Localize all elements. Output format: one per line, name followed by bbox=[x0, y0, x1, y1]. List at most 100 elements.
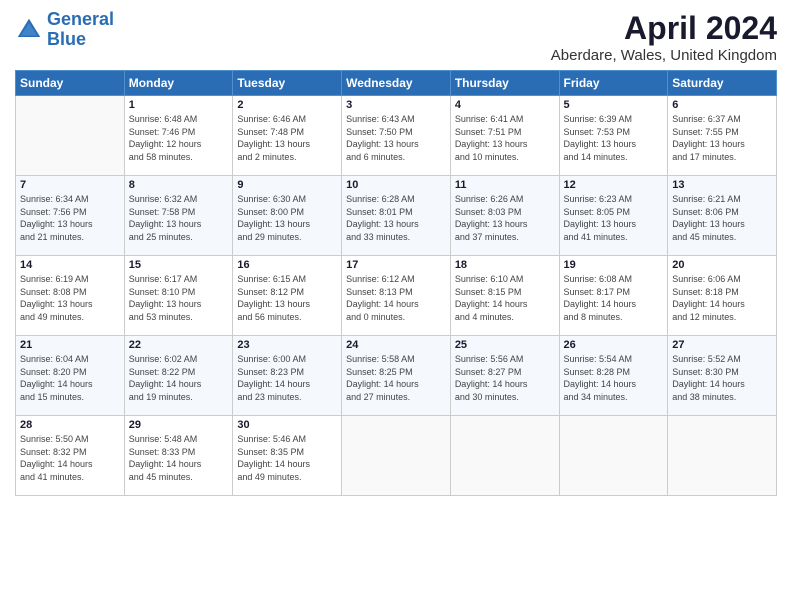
day-number: 25 bbox=[455, 339, 555, 351]
day-number: 14 bbox=[20, 259, 120, 271]
table-row bbox=[559, 416, 668, 496]
day-number: 29 bbox=[129, 419, 229, 431]
logo-line1: General bbox=[47, 9, 114, 29]
day-number: 19 bbox=[564, 259, 664, 271]
header: General Blue April 2024 Aberdare, Wales,… bbox=[15, 10, 777, 64]
day-info: Sunrise: 6:39 AM Sunset: 7:53 PM Dayligh… bbox=[564, 113, 664, 163]
table-row: 22 Sunrise: 6:02 AM Sunset: 8:22 PM Dayli… bbox=[124, 336, 233, 416]
table-row: 17 Sunrise: 6:12 AM Sunset: 8:13 PM Dayli… bbox=[342, 256, 451, 336]
day-number: 18 bbox=[455, 259, 555, 271]
table-row: 13 Sunrise: 6:21 AM Sunset: 8:06 PM Dayli… bbox=[668, 176, 777, 256]
day-number: 1 bbox=[129, 99, 229, 111]
table-row bbox=[16, 96, 125, 176]
table-row: 21 Sunrise: 6:04 AM Sunset: 8:20 PM Dayli… bbox=[16, 336, 125, 416]
table-row: 11 Sunrise: 6:26 AM Sunset: 8:03 PM Dayli… bbox=[450, 176, 559, 256]
col-friday: Friday bbox=[559, 71, 668, 96]
table-row: 9Sunrise: 6:30 AM Sunset: 8:00 PM Daylig… bbox=[233, 176, 342, 256]
title-block: April 2024 Aberdare, Wales, United Kingd… bbox=[551, 10, 777, 64]
day-info: Sunrise: 6:30 AM Sunset: 8:00 PM Dayligh… bbox=[237, 193, 337, 243]
day-number: 15 bbox=[129, 259, 229, 271]
day-number: 6 bbox=[672, 99, 772, 111]
table-row: 4 Sunrise: 6:41 AM Sunset: 7:51 PM Daylig… bbox=[450, 96, 559, 176]
table-row: 15Sunrise: 6:17 AM Sunset: 8:10 PM Dayli… bbox=[124, 256, 233, 336]
page: General Blue April 2024 Aberdare, Wales,… bbox=[0, 0, 792, 612]
day-info: Sunrise: 6:08 AM Sunset: 8:17 PM Dayligh… bbox=[564, 273, 664, 323]
day-info: Sunrise: 6:26 AM Sunset: 8:03 PM Dayligh… bbox=[455, 193, 555, 243]
day-number: 20 bbox=[672, 259, 772, 271]
day-info: Sunrise: 6:34 AM Sunset: 7:56 PM Dayligh… bbox=[20, 193, 120, 243]
table-row: 27 Sunrise: 5:52 AM Sunset: 8:30 PM Dayli… bbox=[668, 336, 777, 416]
day-info: Sunrise: 6:43 AM Sunset: 7:50 PM Dayligh… bbox=[346, 113, 446, 163]
table-row: 24 Sunrise: 5:58 AM Sunset: 8:25 PM Dayli… bbox=[342, 336, 451, 416]
table-row: 14 Sunrise: 6:19 AM Sunset: 8:08 PM Dayli… bbox=[16, 256, 125, 336]
day-info: Sunrise: 5:50 AM Sunset: 8:32 PM Dayligh… bbox=[20, 433, 120, 483]
col-tuesday: Tuesday bbox=[233, 71, 342, 96]
day-info: Sunrise: 6:00 AM Sunset: 8:23 PM Dayligh… bbox=[237, 353, 337, 403]
table-row bbox=[668, 416, 777, 496]
table-row: 19 Sunrise: 6:08 AM Sunset: 8:17 PM Dayli… bbox=[559, 256, 668, 336]
table-row: 30 Sunrise: 5:46 AM Sunset: 8:35 PM Dayli… bbox=[233, 416, 342, 496]
day-number: 11 bbox=[455, 179, 555, 191]
day-info: Sunrise: 5:46 AM Sunset: 8:35 PM Dayligh… bbox=[237, 433, 337, 483]
table-row: 2 Sunrise: 6:46 AM Sunset: 7:48 PM Daylig… bbox=[233, 96, 342, 176]
day-number: 2 bbox=[237, 99, 337, 111]
table-row: 28Sunrise: 5:50 AM Sunset: 8:32 PM Dayli… bbox=[16, 416, 125, 496]
day-info: Sunrise: 6:10 AM Sunset: 8:15 PM Dayligh… bbox=[455, 273, 555, 323]
table-row: 3 Sunrise: 6:43 AM Sunset: 7:50 PM Daylig… bbox=[342, 96, 451, 176]
day-info: Sunrise: 5:52 AM Sunset: 8:30 PM Dayligh… bbox=[672, 353, 772, 403]
day-number: 30 bbox=[237, 419, 337, 431]
day-number: 5 bbox=[564, 99, 664, 111]
day-number: 21 bbox=[20, 339, 120, 351]
day-info: Sunrise: 6:23 AM Sunset: 8:05 PM Dayligh… bbox=[564, 193, 664, 243]
day-info: Sunrise: 6:15 AM Sunset: 8:12 PM Dayligh… bbox=[237, 273, 337, 323]
day-info: Sunrise: 6:19 AM Sunset: 8:08 PM Dayligh… bbox=[20, 273, 120, 323]
table-row: 29 Sunrise: 5:48 AM Sunset: 8:33 PM Dayli… bbox=[124, 416, 233, 496]
logo-line2: Blue bbox=[47, 29, 86, 49]
day-number: 3 bbox=[346, 99, 446, 111]
calendar: Sunday Monday Tuesday Wednesday Thursday… bbox=[15, 70, 777, 496]
day-info: Sunrise: 6:48 AM Sunset: 7:46 PM Dayligh… bbox=[129, 113, 229, 163]
table-row: 7 Sunrise: 6:34 AM Sunset: 7:56 PM Daylig… bbox=[16, 176, 125, 256]
day-info: Sunrise: 6:28 AM Sunset: 8:01 PM Dayligh… bbox=[346, 193, 446, 243]
table-row: 16 Sunrise: 6:15 AM Sunset: 8:12 PM Dayli… bbox=[233, 256, 342, 336]
day-number: 17 bbox=[346, 259, 446, 271]
day-info: Sunrise: 6:21 AM Sunset: 8:06 PM Dayligh… bbox=[672, 193, 772, 243]
day-info: Sunrise: 5:54 AM Sunset: 8:28 PM Dayligh… bbox=[564, 353, 664, 403]
day-info: Sunrise: 6:02 AM Sunset: 8:22 PM Dayligh… bbox=[129, 353, 229, 403]
day-info: Sunrise: 6:06 AM Sunset: 8:18 PM Dayligh… bbox=[672, 273, 772, 323]
table-row: 8 Sunrise: 6:32 AM Sunset: 7:58 PM Daylig… bbox=[124, 176, 233, 256]
table-row: 10Sunrise: 6:28 AM Sunset: 8:01 PM Dayli… bbox=[342, 176, 451, 256]
day-info: Sunrise: 6:04 AM Sunset: 8:20 PM Dayligh… bbox=[20, 353, 120, 403]
table-row: 20 Sunrise: 6:06 AM Sunset: 8:18 PM Dayli… bbox=[668, 256, 777, 336]
table-row: 25 Sunrise: 5:56 AM Sunset: 8:27 PM Dayli… bbox=[450, 336, 559, 416]
table-row: 18 Sunrise: 6:10 AM Sunset: 8:15 PM Dayli… bbox=[450, 256, 559, 336]
day-info: Sunrise: 6:46 AM Sunset: 7:48 PM Dayligh… bbox=[237, 113, 337, 163]
table-row: 5 Sunrise: 6:39 AM Sunset: 7:53 PM Daylig… bbox=[559, 96, 668, 176]
table-row bbox=[450, 416, 559, 496]
logo-text: General Blue bbox=[47, 10, 114, 50]
day-info: Sunrise: 5:48 AM Sunset: 8:33 PM Dayligh… bbox=[129, 433, 229, 483]
logo-icon bbox=[15, 16, 43, 44]
day-number: 12 bbox=[564, 179, 664, 191]
day-number: 27 bbox=[672, 339, 772, 351]
col-monday: Monday bbox=[124, 71, 233, 96]
day-info: Sunrise: 5:56 AM Sunset: 8:27 PM Dayligh… bbox=[455, 353, 555, 403]
day-number: 4 bbox=[455, 99, 555, 111]
day-number: 22 bbox=[129, 339, 229, 351]
day-number: 8 bbox=[129, 179, 229, 191]
day-number: 24 bbox=[346, 339, 446, 351]
day-info: Sunrise: 6:32 AM Sunset: 7:58 PM Dayligh… bbox=[129, 193, 229, 243]
logo: General Blue bbox=[15, 10, 114, 50]
col-wednesday: Wednesday bbox=[342, 71, 451, 96]
calendar-header-row: Sunday Monday Tuesday Wednesday Thursday… bbox=[16, 71, 777, 96]
table-row: 23Sunrise: 6:00 AM Sunset: 8:23 PM Dayli… bbox=[233, 336, 342, 416]
day-number: 7 bbox=[20, 179, 120, 191]
table-row: 1 Sunrise: 6:48 AM Sunset: 7:46 PM Daylig… bbox=[124, 96, 233, 176]
col-saturday: Saturday bbox=[668, 71, 777, 96]
day-info: Sunrise: 5:58 AM Sunset: 8:25 PM Dayligh… bbox=[346, 353, 446, 403]
day-info: Sunrise: 6:41 AM Sunset: 7:51 PM Dayligh… bbox=[455, 113, 555, 163]
day-number: 16 bbox=[237, 259, 337, 271]
day-info: Sunrise: 6:12 AM Sunset: 8:13 PM Dayligh… bbox=[346, 273, 446, 323]
table-row: 6Sunrise: 6:37 AM Sunset: 7:55 PM Daylig… bbox=[668, 96, 777, 176]
day-number: 13 bbox=[672, 179, 772, 191]
